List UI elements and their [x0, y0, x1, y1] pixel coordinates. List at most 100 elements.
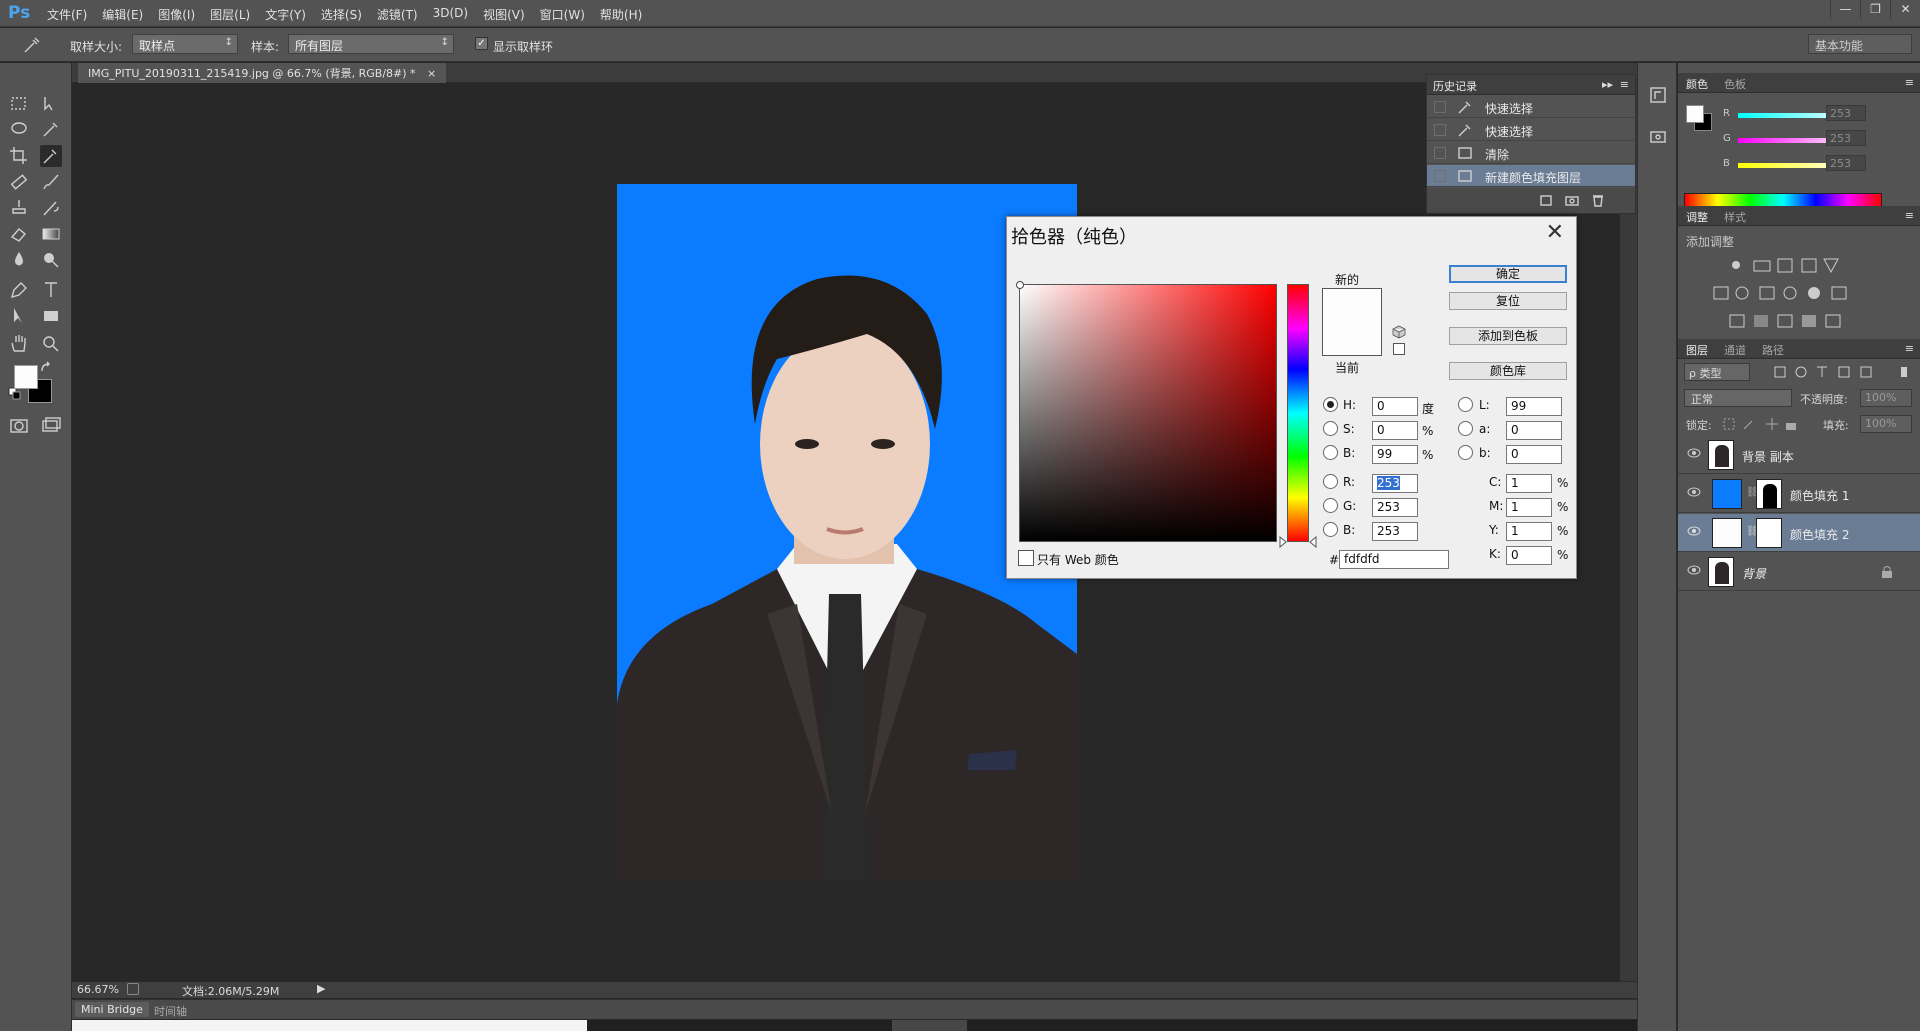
panel-menu-icon[interactable]: ≡: [1905, 209, 1914, 222]
trash-icon[interactable]: [1591, 193, 1605, 207]
foreground-color-swatch[interactable]: [14, 365, 38, 389]
menu-help[interactable]: 帮助(H): [600, 6, 642, 23]
layer-row[interactable]: ⛓ 颜色填充 1: [1678, 475, 1920, 513]
g-radio[interactable]: [1323, 498, 1338, 513]
blue-field[interactable]: 253: [1372, 522, 1418, 541]
marquee-tool-icon[interactable]: [8, 93, 30, 115]
eraser-tool-icon[interactable]: [8, 223, 30, 245]
h-radio[interactable]: [1323, 397, 1338, 412]
restore-button[interactable]: ❐: [1860, 0, 1890, 19]
minimize-button[interactable]: —: [1830, 0, 1860, 19]
history-item-selected[interactable]: 新建颜色填充图层: [1427, 165, 1635, 187]
add-to-swatches-button[interactable]: 添加到色板: [1449, 327, 1567, 345]
quick-select-tool-icon[interactable]: [40, 119, 62, 141]
a-field[interactable]: 0: [1506, 421, 1562, 440]
paths-tab[interactable]: 路径: [1762, 342, 1784, 358]
panel-menu-icon[interactable]: ≡: [1620, 78, 1629, 91]
h-field[interactable]: 0: [1372, 397, 1418, 416]
rectangle-tool-icon[interactable]: [40, 305, 62, 327]
channels-tab[interactable]: 通道: [1724, 342, 1746, 358]
status-menu-arrow-icon[interactable]: ▶: [317, 982, 325, 995]
r-value[interactable]: 253: [1826, 105, 1866, 121]
a-radio[interactable]: [1458, 421, 1473, 436]
document-tab[interactable]: IMG_PITU_20190311_215419.jpg @ 66.7% (背景…: [78, 63, 447, 83]
menu-filter[interactable]: 滤镜(T): [377, 6, 418, 23]
hex-field[interactable]: fdfdfd: [1339, 550, 1449, 569]
layer-filter-select[interactable]: ρ 类型: [1684, 363, 1750, 381]
color-panel-fg-swatch[interactable]: [1686, 105, 1704, 123]
sample-size-select[interactable]: 取样点: [132, 34, 238, 54]
out-of-gamut-cube-icon[interactable]: [1392, 325, 1406, 339]
history-item[interactable]: 清除: [1427, 142, 1635, 164]
menu-file[interactable]: 文件(F): [47, 6, 87, 23]
fill-color-thumbnail[interactable]: [1712, 479, 1742, 509]
quick-mask-icon[interactable]: [8, 415, 30, 437]
snapshot-icon[interactable]: [1565, 193, 1579, 207]
current-color-preview[interactable]: [1322, 322, 1382, 356]
menu-image[interactable]: 图像(I): [158, 6, 195, 23]
history-brush-tool-icon[interactable]: [40, 197, 62, 219]
layer-row[interactable]: 背景: [1678, 553, 1920, 591]
layer-mask-thumbnail[interactable]: [1756, 518, 1782, 548]
status-info-icon[interactable]: [127, 983, 139, 995]
layer-filter-icons[interactable]: [1773, 365, 1913, 379]
timeline-tab[interactable]: 时间轴: [154, 1003, 187, 1019]
hue-slider-handles[interactable]: [1278, 536, 1318, 548]
m-field[interactable]: 1: [1506, 498, 1552, 517]
history-panel-icon[interactable]: [1648, 85, 1668, 105]
dodge-tool-icon[interactable]: [40, 249, 62, 271]
saturation-brightness-field[interactable]: [1016, 281, 1277, 542]
properties-panel-icon[interactable]: [1648, 127, 1668, 147]
panel-menu-icon[interactable]: ≡: [1905, 76, 1914, 89]
lab-b-radio[interactable]: [1458, 445, 1473, 460]
path-select-tool-icon[interactable]: [8, 305, 30, 327]
hand-tool-icon[interactable]: [8, 333, 30, 355]
move-tool-icon[interactable]: [40, 93, 62, 115]
swap-colors-icon[interactable]: [40, 361, 54, 375]
s-radio[interactable]: [1323, 421, 1338, 436]
layer-row[interactable]: 背景 副本: [1678, 436, 1920, 474]
b-field[interactable]: 99: [1372, 445, 1418, 464]
zoom-tool-icon[interactable]: [40, 333, 62, 355]
color-spectrum-bar[interactable]: [1684, 193, 1882, 207]
menu-layer[interactable]: 图层(L): [210, 6, 250, 23]
close-button[interactable]: ✕: [1890, 0, 1920, 19]
default-colors-icon[interactable]: [8, 387, 22, 401]
layer-mask-thumbnail[interactable]: [1756, 479, 1782, 509]
g-field[interactable]: 253: [1372, 498, 1418, 517]
screen-mode-icon[interactable]: [40, 415, 62, 437]
menu-view[interactable]: 视图(V): [483, 6, 525, 23]
swatches-tab[interactable]: 色板: [1724, 76, 1746, 92]
blue-radio[interactable]: [1323, 522, 1338, 537]
layers-tab[interactable]: 图层: [1686, 342, 1708, 358]
brush-tool-icon[interactable]: [40, 171, 62, 193]
adjustment-icons-row-3[interactable]: [1728, 312, 1848, 330]
zoom-level[interactable]: 66.67%: [77, 983, 119, 996]
lab-b-field[interactable]: 0: [1506, 445, 1562, 464]
layer-row-selected[interactable]: ⛓ 颜色填充 2: [1678, 514, 1920, 552]
lasso-tool-icon[interactable]: [8, 119, 30, 141]
eyedropper-tool-icon[interactable]: [40, 145, 62, 167]
r-field[interactable]: 253: [1372, 474, 1418, 493]
pen-tool-icon[interactable]: [8, 279, 30, 301]
ok-button[interactable]: 确定: [1449, 265, 1567, 283]
k-field[interactable]: 0: [1506, 546, 1552, 565]
workspace-select[interactable]: 基本功能: [1808, 34, 1912, 54]
c-field[interactable]: 1: [1506, 474, 1552, 493]
fill-field[interactable]: 100%: [1860, 415, 1912, 433]
styles-tab[interactable]: 样式: [1724, 209, 1746, 225]
healing-tool-icon[interactable]: [8, 171, 30, 193]
history-item[interactable]: 快速选择: [1427, 119, 1635, 141]
adjustment-icons-row-1[interactable]: [1728, 256, 1848, 274]
b-radio[interactable]: [1323, 445, 1338, 460]
adjustments-tab[interactable]: 调整: [1686, 209, 1708, 225]
eye-icon[interactable]: [1686, 524, 1702, 538]
type-tool-icon[interactable]: [40, 279, 62, 301]
l-field[interactable]: 99: [1506, 397, 1562, 416]
color-libraries-button[interactable]: 颜色库: [1449, 362, 1567, 380]
lock-icons[interactable]: [1722, 417, 1802, 431]
vertical-scrollbar[interactable]: [1620, 84, 1637, 981]
document-tab-close[interactable]: ×: [427, 67, 436, 80]
eye-icon[interactable]: [1686, 446, 1702, 460]
panel-menu-icon[interactable]: ≡: [1905, 342, 1914, 355]
